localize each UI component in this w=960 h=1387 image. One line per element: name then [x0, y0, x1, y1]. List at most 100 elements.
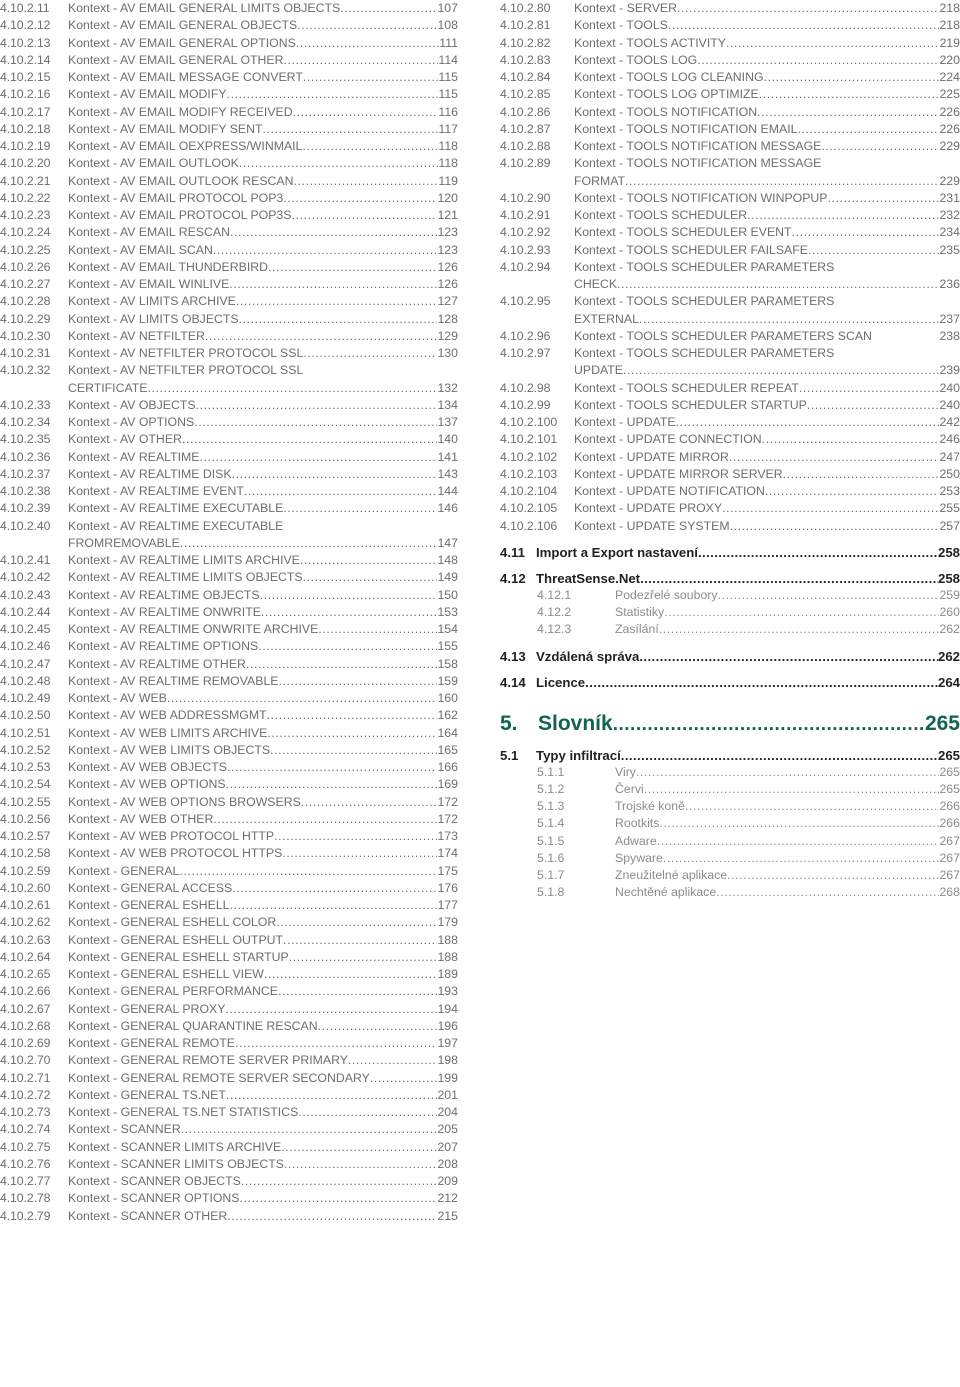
toc-entry[interactable]: 4.10.2.96 Kontext - TOOLS SCHEDULER PARAM… [500, 328, 960, 345]
toc-entry[interactable]: 4.10.2.64 Kontext - GENERAL ESHELL STARTU… [0, 949, 458, 966]
toc-entry[interactable]: 4.10.2.69 Kontext - GENERAL REMOTE.......… [0, 1035, 458, 1052]
toc-entry[interactable]: 4.10.2.70 Kontext - GENERAL REMOTE SERVER… [0, 1052, 458, 1069]
toc-entry[interactable]: 4.10.2.62 Kontext - GENERAL ESHELL COLOR.… [0, 914, 458, 931]
toc-section-heading-l2[interactable]: 5.1 Typy infiltrací......................… [500, 747, 960, 764]
toc-entry[interactable]: 4.10.2.27 Kontext - AV EMAIL WINLIVE.....… [0, 276, 458, 293]
toc-entry[interactable]: 4.10.2.26 Kontext - AV EMAIL THUNDERBIRD.… [0, 259, 458, 276]
toc-entry[interactable]: 4.10.2.48 Kontext - AV REALTIME REMOVABLE… [0, 673, 458, 690]
toc-entry[interactable]: 4.10.2.16 Kontext - AV EMAIL MODIFY......… [0, 86, 458, 103]
toc-entry[interactable]: 4.10.2.24 Kontext - AV EMAIL RESCAN......… [0, 224, 458, 241]
toc-entry[interactable]: 4.10.2.17 Kontext - AV EMAIL MODIFY RECEI… [0, 104, 458, 121]
toc-entry[interactable]: 4.10.2.30 Kontext - AV NETFILTER.........… [0, 328, 458, 345]
toc-entry[interactable]: 4.10.2.100 Kontext - UPDATE..............… [500, 414, 960, 431]
toc-entry[interactable]: 4.10.2.85 Kontext - TOOLS LOG OPTIMIZE...… [500, 86, 960, 103]
toc-entry[interactable]: 4.10.2.45 Kontext - AV REALTIME ONWRITE A… [0, 621, 458, 638]
toc-entry[interactable]: 4.10.2.80 Kontext - SERVER...............… [500, 0, 960, 17]
toc-entry[interactable]: 4.10.2.35 Kontext - AV OTHER.............… [0, 431, 458, 448]
toc-entry[interactable]: 4.10.2.78 Kontext - SCANNER OPTIONS......… [0, 1190, 458, 1207]
toc-entry[interactable]: 4.10.2.97 Kontext - TOOLS SCHEDULER PARAM… [500, 345, 960, 362]
toc-entry[interactable]: 4.10.2.40 Kontext - AV REALTIME EXECUTABL… [0, 518, 458, 535]
toc-entry[interactable]: 4.10.2.53 Kontext - AV WEB OBJECTS.......… [0, 759, 458, 776]
toc-entry[interactable]: 4.10.2.47 Kontext - AV REALTIME OTHER....… [0, 656, 458, 673]
toc-entry-continuation[interactable]: CERTIFICATE.............................… [0, 380, 458, 397]
toc-section-heading-l3[interactable]: 5.1.3 Trojské koně.......................… [500, 798, 960, 815]
toc-entry[interactable]: 4.10.2.37 Kontext - AV REALTIME DISK.....… [0, 466, 458, 483]
toc-entry[interactable]: 4.10.2.83 Kontext - TOOLS LOG............… [500, 52, 960, 69]
toc-entry[interactable]: 4.10.2.87 Kontext - TOOLS NOTIFICATION EM… [500, 121, 960, 138]
toc-section-heading-l3[interactable]: 5.1.1 Viry...............................… [500, 764, 960, 781]
toc-entry[interactable]: 4.10.2.52 Kontext - AV WEB LIMITS OBJECTS… [0, 742, 458, 759]
toc-entry[interactable]: 4.10.2.94 Kontext - TOOLS SCHEDULER PARAM… [500, 259, 960, 276]
toc-entry[interactable]: 4.10.2.15 Kontext - AV EMAIL MESSAGE CONV… [0, 69, 458, 86]
toc-entry[interactable]: 4.10.2.66 Kontext - GENERAL PERFORMANCE..… [0, 983, 458, 1000]
toc-entry[interactable]: 4.10.2.20 Kontext - AV EMAIL OUTLOOK.....… [0, 155, 458, 172]
toc-entry[interactable]: 4.10.2.68 Kontext - GENERAL QUARANTINE RE… [0, 1018, 458, 1035]
toc-entry[interactable]: 4.10.2.56 Kontext - AV WEB OTHER.........… [0, 811, 458, 828]
toc-entry[interactable]: 4.10.2.44 Kontext - AV REALTIME ONWRITE..… [0, 604, 458, 621]
toc-entry[interactable]: 4.10.2.82 Kontext - TOOLS ACTIVITY.......… [500, 35, 960, 52]
toc-entry[interactable]: 4.10.2.76 Kontext - SCANNER LIMITS OBJECT… [0, 1156, 458, 1173]
toc-entry[interactable]: 4.10.2.14 Kontext - AV EMAIL GENERAL OTHE… [0, 52, 458, 69]
toc-entry-continuation[interactable]: UPDATE..................................… [500, 362, 960, 379]
toc-section-heading-l3[interactable]: 4.12.1 Podezřelé soubory.................… [500, 587, 960, 604]
toc-entry[interactable]: 4.10.2.81 Kontext - TOOLS................… [500, 17, 960, 34]
toc-entry[interactable]: 4.10.2.39 Kontext - AV REALTIME EXECUTABL… [0, 500, 458, 517]
toc-entry-continuation[interactable]: FROMREMOVABLE...........................… [0, 535, 458, 552]
toc-entry[interactable]: 4.10.2.73 Kontext - GENERAL TS.NET STATIS… [0, 1104, 458, 1121]
toc-entry[interactable]: 4.10.2.34 Kontext - AV OPTIONS...........… [0, 414, 458, 431]
toc-entry[interactable]: 4.10.2.84 Kontext - TOOLS LOG CLEANING...… [500, 69, 960, 86]
toc-entry[interactable]: 4.10.2.11 Kontext - AV EMAIL GENERAL LIMI… [0, 0, 458, 17]
toc-entry[interactable]: 4.10.2.102 Kontext - UPDATE MIRROR.......… [500, 449, 960, 466]
toc-entry[interactable]: 4.10.2.43 Kontext - AV REALTIME OBJECTS..… [0, 587, 458, 604]
toc-entry[interactable]: 4.10.2.99 Kontext - TOOLS SCHEDULER START… [500, 397, 960, 414]
toc-entry[interactable]: 4.10.2.60 Kontext - GENERAL ACCESS.......… [0, 880, 458, 897]
toc-entry[interactable]: 4.10.2.92 Kontext - TOOLS SCHEDULER EVENT… [500, 224, 960, 241]
toc-entry[interactable]: 4.10.2.71 Kontext - GENERAL REMOTE SERVER… [0, 1070, 458, 1087]
toc-entry[interactable]: 4.10.2.106 Kontext - UPDATE SYSTEM.......… [500, 518, 960, 535]
toc-entry-continuation[interactable]: FORMAT..................................… [500, 173, 960, 190]
toc-entry[interactable]: 4.10.2.88 Kontext - TOOLS NOTIFICATION ME… [500, 138, 960, 155]
toc-entry[interactable]: 4.10.2.98 Kontext - TOOLS SCHEDULER REPEA… [500, 380, 960, 397]
toc-entry[interactable]: 4.10.2.32 Kontext - AV NETFILTER PROTOCOL… [0, 362, 458, 379]
toc-entry[interactable]: 4.10.2.54 Kontext - AV WEB OPTIONS.......… [0, 776, 458, 793]
toc-entry[interactable]: 4.10.2.93 Kontext - TOOLS SCHEDULER FAILS… [500, 242, 960, 259]
toc-entry[interactable]: 4.10.2.105 Kontext - UPDATE PROXY........… [500, 500, 960, 517]
toc-entry-continuation[interactable]: CHECK...................................… [500, 276, 960, 293]
toc-entry[interactable]: 4.10.2.59 Kontext - GENERAL..............… [0, 863, 458, 880]
toc-entry[interactable]: 4.10.2.36 Kontext - AV REALTIME..........… [0, 449, 458, 466]
toc-section-heading-l2[interactable]: 4.14 Licence.............................… [500, 674, 960, 691]
toc-entry[interactable]: 4.10.2.29 Kontext - AV LIMITS OBJECTS....… [0, 311, 458, 328]
toc-entry[interactable]: 4.10.2.91 Kontext - TOOLS SCHEDULER......… [500, 207, 960, 224]
toc-entry[interactable]: 4.10.2.101 Kontext - UPDATE CONNECTION...… [500, 431, 960, 448]
toc-entry[interactable]: 4.10.2.67 Kontext - GENERAL PROXY........… [0, 1001, 458, 1018]
toc-entry[interactable]: 4.10.2.57 Kontext - AV WEB PROTOCOL HTTP.… [0, 828, 458, 845]
toc-entry[interactable]: 4.10.2.41 Kontext - AV REALTIME LIMITS AR… [0, 552, 458, 569]
toc-entry[interactable]: 4.10.2.79 Kontext - SCANNER OTHER........… [0, 1208, 458, 1225]
toc-entry[interactable]: 4.10.2.21 Kontext - AV EMAIL OUTLOOK RESC… [0, 173, 458, 190]
toc-entry[interactable]: 4.10.2.13 Kontext - AV EMAIL GENERAL OPTI… [0, 35, 458, 52]
toc-entry[interactable]: 4.10.2.104 Kontext - UPDATE NOTIFICATION.… [500, 483, 960, 500]
toc-section-heading-l3[interactable]: 5.1.5 Adware.............................… [500, 833, 960, 850]
toc-entry[interactable]: 4.10.2.86 Kontext - TOOLS NOTIFICATION...… [500, 104, 960, 121]
toc-entry[interactable]: 4.10.2.89 Kontext - TOOLS NOTIFICATION ME… [500, 155, 960, 172]
toc-entry-continuation[interactable]: EXTERNAL................................… [500, 311, 960, 328]
toc-entry[interactable]: 4.10.2.25 Kontext - AV EMAIL SCAN........… [0, 242, 458, 259]
toc-entry[interactable]: 4.10.2.103 Kontext - UPDATE MIRROR SERVER… [500, 466, 960, 483]
toc-entry[interactable]: 4.10.2.42 Kontext - AV REALTIME LIMITS OB… [0, 569, 458, 586]
toc-entry[interactable]: 4.10.2.95 Kontext - TOOLS SCHEDULER PARAM… [500, 293, 960, 310]
toc-entry[interactable]: 4.10.2.61 Kontext - GENERAL ESHELL.......… [0, 897, 458, 914]
toc-entry[interactable]: 4.10.2.31 Kontext - AV NETFILTER PROTOCOL… [0, 345, 458, 362]
toc-entry[interactable]: 4.10.2.74 Kontext - SCANNER..............… [0, 1121, 458, 1138]
toc-entry[interactable]: 4.10.2.65 Kontext - GENERAL ESHELL VIEW..… [0, 966, 458, 983]
toc-entry[interactable]: 4.10.2.50 Kontext - AV WEB ADDRESSMGMT...… [0, 707, 458, 724]
toc-entry[interactable]: 4.10.2.58 Kontext - AV WEB PROTOCOL HTTPS… [0, 845, 458, 862]
toc-entry[interactable]: 4.10.2.18 Kontext - AV EMAIL MODIFY SENT.… [0, 121, 458, 138]
toc-entry[interactable]: 4.10.2.63 Kontext - GENERAL ESHELL OUTPUT… [0, 932, 458, 949]
toc-entry[interactable]: 4.10.2.19 Kontext - AV EMAIL OEXPRESS/WIN… [0, 138, 458, 155]
toc-entry[interactable]: 4.10.2.77 Kontext - SCANNER OBJECTS......… [0, 1173, 458, 1190]
toc-section-heading-l3[interactable]: 4.12.2 Statistiky........................… [500, 604, 960, 621]
toc-entry[interactable]: 4.10.2.55 Kontext - AV WEB OPTIONS BROWSE… [0, 794, 458, 811]
toc-entry[interactable]: 4.10.2.75 Kontext - SCANNER LIMITS ARCHIV… [0, 1139, 458, 1156]
toc-entry[interactable]: 4.10.2.46 Kontext - AV REALTIME OPTIONS..… [0, 638, 458, 655]
toc-entry[interactable]: 4.10.2.38 Kontext - AV REALTIME EVENT....… [0, 483, 458, 500]
